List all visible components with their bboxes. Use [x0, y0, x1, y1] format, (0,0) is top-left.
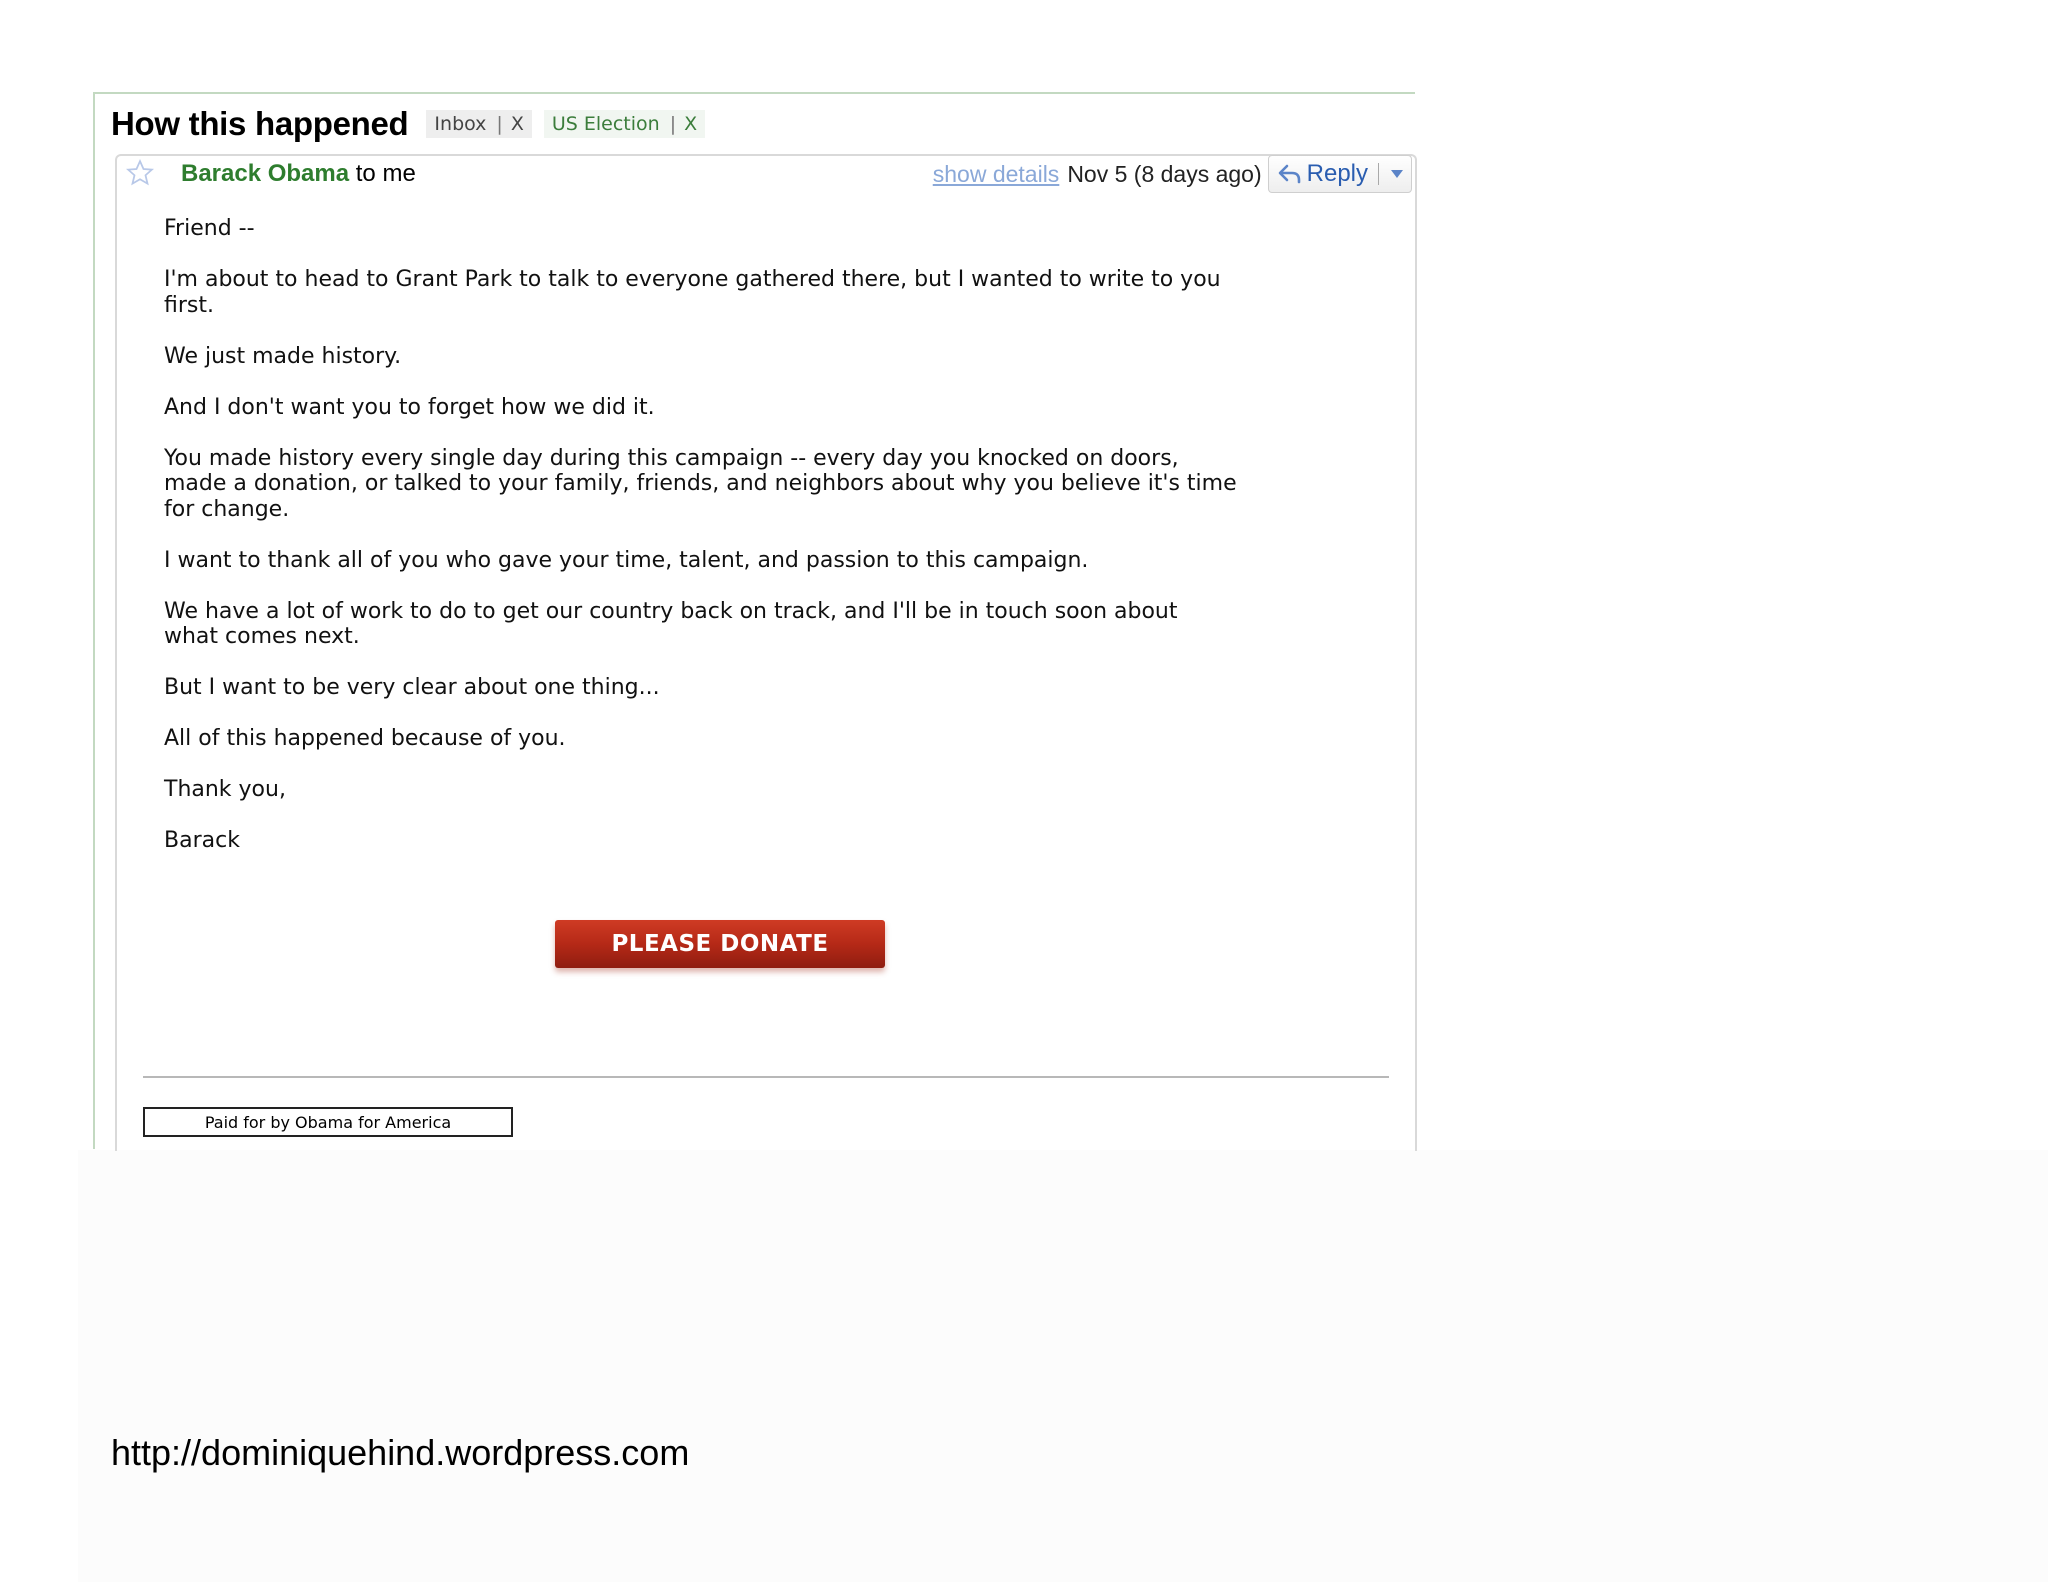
email-subject: How this happened [111, 105, 409, 142]
label-inbox[interactable]: Inbox | X [426, 110, 532, 138]
recipient-text: to me [355, 160, 416, 187]
show-details-link[interactable]: show details [933, 161, 1060, 188]
page-background [78, 1150, 2048, 1582]
sender-line: Barack Obama to me [181, 160, 416, 188]
reply-button-group: Reply [1267, 155, 1412, 193]
body-paragraph: But I want to be very clear about one th… [164, 675, 660, 700]
body-paragraph: Friend -- [164, 216, 255, 241]
body-paragraph: I'm about to head to Grant Park to talk … [164, 267, 1221, 318]
reply-divider [1378, 163, 1379, 185]
footer-divider [143, 1076, 1389, 1078]
reply-arrow-icon [1278, 164, 1300, 184]
label-us-election-text: US Election [551, 113, 660, 135]
body-paragraph: We have a lot of work to do to get our c… [164, 598, 1178, 650]
chevron-down-icon[interactable] [1389, 167, 1405, 181]
body-paragraph: We just made history. [164, 343, 402, 369]
source-url: http://dominiquehind.wordpress.com [111, 1432, 690, 1473]
label-separator: | [496, 113, 503, 135]
star-icon[interactable] [125, 158, 155, 188]
message-panel: Barack Obama to me show details Nov 5 (8… [115, 154, 1417, 1151]
email-view: How this happened Inbox | X US Election … [93, 92, 1417, 1151]
reply-label: Reply [1306, 160, 1368, 187]
remove-label-inbox-button[interactable]: X [511, 113, 524, 135]
email-body: Friend -- I'm about to head to Grant Par… [164, 216, 1354, 879]
message-date: Nov 5 (8 days ago) [1067, 160, 1262, 187]
body-paragraph: And I don't want you to forget how we di… [164, 394, 655, 420]
body-paragraph: I want to thank all of you who gave your… [164, 547, 1089, 573]
remove-label-us-election-button[interactable]: X [684, 113, 697, 135]
body-paragraph: Barack [164, 828, 240, 853]
body-paragraph: Thank you, [164, 777, 286, 802]
paid-for-disclaimer: Paid for by Obama for America [143, 1107, 513, 1137]
label-inbox-text: Inbox [434, 113, 487, 135]
label-us-election[interactable]: US Election | X [543, 110, 706, 138]
subject-row: How this happened Inbox | X US Election … [111, 104, 717, 144]
body-paragraph: You made history every single day during… [164, 445, 1237, 522]
message-meta: show details Nov 5 (8 days ago) Reply [933, 155, 1412, 193]
label-separator: | [669, 113, 677, 135]
reply-button[interactable]: Reply [1277, 160, 1368, 188]
please-donate-button[interactable]: PLEASE DONATE [555, 920, 885, 968]
sender-name[interactable]: Barack Obama [181, 160, 349, 187]
body-paragraph: All of this happened because of you. [164, 726, 566, 751]
